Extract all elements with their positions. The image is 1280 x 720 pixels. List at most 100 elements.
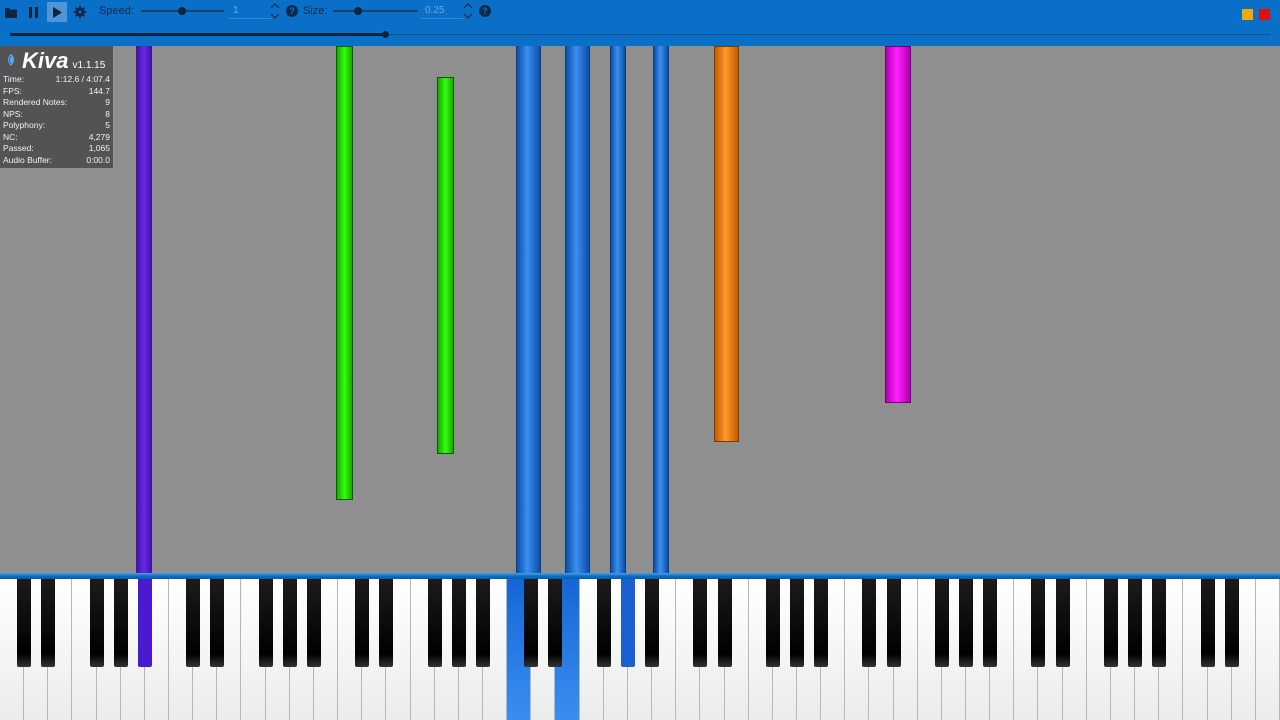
black-key[interactable] (451, 579, 466, 667)
app-brand: Kiva v1.1.15 (4, 48, 106, 73)
chevron-up-icon[interactable] (271, 3, 279, 8)
stat-label: NPS: (3, 108, 23, 119)
settings-button[interactable] (70, 2, 90, 22)
size-slider-thumb[interactable] (353, 7, 362, 15)
black-key[interactable] (355, 579, 370, 667)
falling-note-green (437, 77, 454, 454)
stat-value: 1:12.6 / 4:07.4 (55, 74, 110, 84)
app-name: Kiva (22, 48, 69, 73)
pause-button[interactable] (24, 2, 44, 22)
speed-slider-thumb[interactable] (177, 7, 186, 15)
black-key[interactable] (258, 579, 273, 667)
black-key[interactable] (1031, 579, 1046, 667)
black-key[interactable] (1224, 579, 1239, 667)
folder-icon (5, 7, 17, 18)
speed-input[interactable]: 1 (229, 3, 271, 19)
size-slider[interactable] (333, 10, 418, 12)
falling-note-magenta (885, 46, 911, 403)
close-button[interactable] (1259, 9, 1270, 20)
black-key[interactable] (306, 579, 321, 667)
falling-note-blue (565, 46, 590, 574)
black-key[interactable] (89, 579, 104, 667)
black-key[interactable] (959, 579, 974, 667)
size-stepper[interactable] (462, 3, 474, 19)
play-icon (52, 6, 62, 18)
chevron-down-icon[interactable] (464, 14, 472, 19)
stat-value: 5 (105, 120, 110, 130)
black-key[interactable] (983, 579, 998, 667)
size-label: Size: (303, 5, 328, 17)
black-key[interactable] (862, 579, 877, 667)
black-key[interactable] (789, 579, 804, 667)
black-key[interactable] (282, 579, 297, 667)
falling-note-blue (516, 46, 541, 574)
black-key[interactable] (814, 579, 829, 667)
stat-row: NPS: 8 (3, 109, 110, 120)
black-key[interactable] (620, 579, 635, 667)
stat-row: Polyphony: 5 (3, 120, 110, 131)
black-key[interactable] (934, 579, 949, 667)
speed-help-icon[interactable]: ? (286, 5, 298, 17)
stat-label: Passed: (3, 143, 34, 153)
speed-label: Speed: (99, 5, 134, 17)
seek-bar-progress (10, 33, 386, 36)
stat-value: 4,279 (88, 131, 110, 142)
falling-note-purple (136, 46, 152, 574)
falling-note-orange (714, 46, 739, 442)
toolbar: Speed: 1 ? Size: 0.25 ? (0, 0, 1280, 46)
falling-note-blue (653, 46, 669, 574)
stat-label: Time: (3, 74, 24, 84)
falling-note-green (336, 46, 353, 500)
black-key[interactable] (1128, 579, 1143, 667)
black-key[interactable] (137, 579, 152, 667)
stat-row: Passed: 1,065 (3, 143, 110, 154)
piano-roll (0, 46, 1280, 574)
black-key[interactable] (186, 579, 201, 667)
black-key[interactable] (765, 579, 780, 667)
black-key[interactable] (717, 579, 732, 667)
black-key[interactable] (886, 579, 901, 667)
stats-panel: Kiva v1.1.15 Time: 1:12.6 / 4:07.4 FPS: 144… (0, 46, 113, 168)
black-key[interactable] (476, 579, 490, 667)
stat-label: Polyphony: (3, 120, 46, 130)
black-key[interactable] (548, 579, 563, 667)
black-key[interactable] (17, 579, 32, 667)
piano-keyboard (0, 579, 1280, 720)
stat-label: NC: (3, 131, 18, 142)
stat-label: Audio Buffer: (3, 154, 52, 165)
seek-bar-thumb[interactable] (382, 31, 390, 38)
black-key[interactable] (596, 579, 611, 667)
black-key[interactable] (210, 579, 225, 667)
stat-label: Rendered Notes: (3, 97, 68, 107)
black-key[interactable] (1152, 579, 1167, 667)
black-key[interactable] (1055, 579, 1070, 667)
open-file-button[interactable] (1, 2, 21, 22)
kiva-logo-icon (8, 54, 14, 66)
chevron-up-icon[interactable] (464, 3, 472, 8)
size-input[interactable]: 0.25 (421, 3, 463, 19)
stat-value: 8 (105, 108, 110, 119)
black-key[interactable] (524, 579, 539, 667)
stat-label: FPS: (3, 85, 22, 96)
black-key[interactable] (645, 579, 660, 667)
chevron-down-icon[interactable] (271, 14, 279, 19)
stat-row: FPS: 144.7 (3, 86, 110, 97)
black-key[interactable] (1103, 579, 1118, 667)
stat-value: 0:00.0 (86, 154, 110, 165)
black-key[interactable] (427, 579, 442, 667)
black-key[interactable] (693, 579, 708, 667)
black-key[interactable] (1200, 579, 1215, 667)
speed-stepper[interactable] (269, 3, 281, 19)
black-key[interactable] (41, 579, 56, 667)
play-button[interactable] (47, 2, 67, 22)
app-version: v1.1.15 (72, 60, 106, 71)
stat-row: NC: 4,279 (3, 132, 110, 143)
size-help-icon[interactable]: ? (479, 5, 491, 17)
stat-value: 144.7 (88, 85, 110, 96)
minimize-button[interactable] (1242, 9, 1253, 20)
white-key[interactable] (1255, 579, 1280, 720)
stat-value: 9 (105, 97, 110, 107)
black-key[interactable] (113, 579, 128, 667)
black-key[interactable] (379, 579, 394, 667)
gear-icon (74, 6, 86, 18)
